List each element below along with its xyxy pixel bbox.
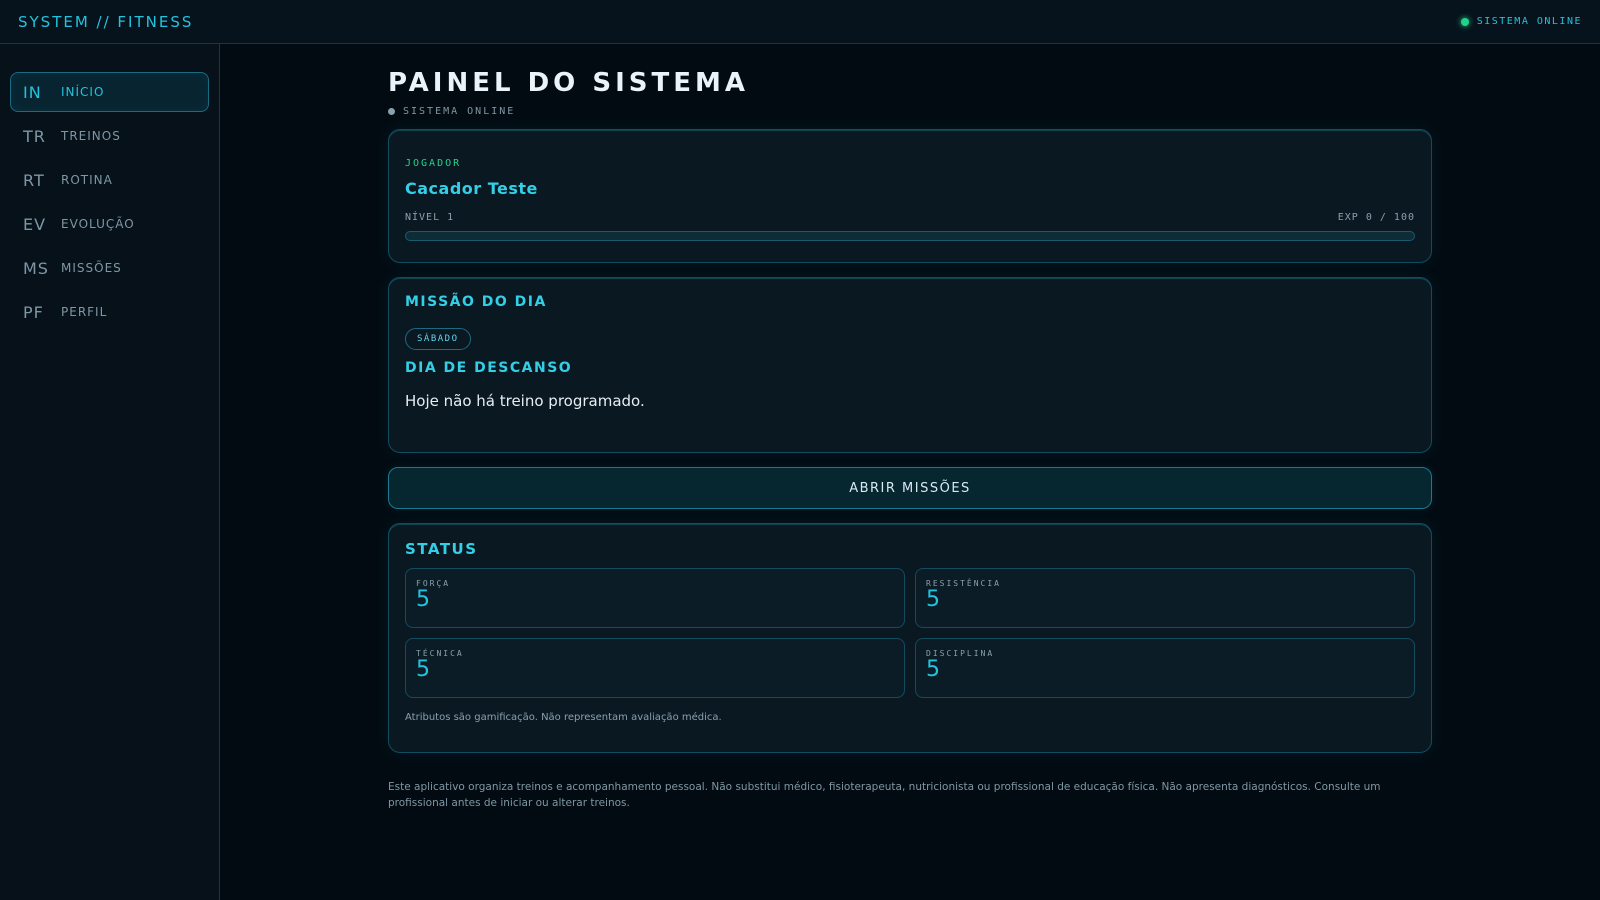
stat-disciplina: DISCIPLINA 5 — [915, 638, 1415, 698]
stat-resistencia: RESISTÊNCIA 5 — [915, 568, 1415, 628]
sidebar-item-label: TREINOS — [61, 129, 121, 143]
exp-progress-bar — [405, 231, 1415, 241]
stats-grid: FORÇA 5 RESISTÊNCIA 5 TÉCNICA 5 DISCIPLI… — [405, 568, 1415, 698]
sidebar-item-rotina[interactable]: RT ROTINA — [10, 160, 209, 200]
sidebar-item-label: PERFIL — [61, 305, 108, 319]
page-subtitle-label: SISTEMA ONLINE — [403, 106, 516, 117]
sidebar-item-missoes[interactable]: MS MISSÕES — [10, 248, 209, 288]
sidebar-item-inicio[interactable]: IN INÍCIO — [10, 72, 209, 112]
mission-text: Hoje não há treino programado. — [405, 392, 645, 410]
status-dot-icon — [388, 108, 395, 115]
level-row: NÍVEL 1 EXP 0 / 100 — [405, 212, 1415, 223]
stat-tecnica: TÉCNICA 5 — [405, 638, 905, 698]
open-missions-button[interactable]: ABRIR MISSÕES — [388, 467, 1432, 509]
stat-forca: FORÇA 5 — [405, 568, 905, 628]
stat-value: 5 — [416, 657, 430, 682]
mission-title: MISSÃO DO DIA — [405, 294, 547, 310]
status-title: STATUS — [405, 540, 478, 558]
mission-heading: DIA DE DESCANSO — [405, 360, 573, 376]
status-card: STATUS FORÇA 5 RESISTÊNCIA 5 TÉCNICA 5 D… — [388, 523, 1432, 753]
sidebar-item-evolucao[interactable]: EV EVOLUÇÃO — [10, 204, 209, 244]
player-card: JOGADOR Cacador Teste NÍVEL 1 EXP 0 / 10… — [388, 129, 1432, 263]
stat-value: 5 — [926, 657, 940, 682]
treinos-icon: TR — [23, 126, 46, 146]
system-status: SISTEMA ONLINE — [1460, 16, 1582, 27]
sidebar: IN INÍCIO TR TREINOS RT ROTINA EV EVOLUÇ… — [0, 44, 220, 900]
mission-card: MISSÃO DO DIA SÁBADO DIA DE DESCANSO Hoj… — [388, 277, 1432, 453]
stat-value: 5 — [416, 587, 430, 612]
inicio-icon: IN — [23, 82, 42, 102]
evolucao-icon: EV — [23, 214, 47, 234]
missoes-icon: MS — [23, 258, 49, 278]
player-exp: EXP 0 / 100 — [1337, 212, 1415, 223]
player-level: NÍVEL 1 — [405, 212, 455, 223]
rotina-icon: RT — [23, 170, 45, 190]
status-online-icon — [1460, 17, 1469, 26]
sidebar-item-label: ROTINA — [61, 173, 113, 187]
sidebar-item-label: EVOLUÇÃO — [61, 217, 135, 231]
system-status-label: SISTEMA ONLINE — [1476, 16, 1582, 27]
player-label: JOGADOR — [405, 158, 462, 169]
stat-label: DISCIPLINA — [926, 649, 995, 658]
footer-disclaimer: Este aplicativo organiza treinos e acomp… — [388, 781, 1381, 809]
top-bar: SYSTEM // FITNESS SISTEMA ONLINE — [0, 0, 1600, 44]
sidebar-item-perfil[interactable]: PF PERFIL — [10, 292, 209, 332]
stat-value: 5 — [926, 587, 940, 612]
page-title: PAINEL DO SISTEMA — [388, 68, 749, 98]
sidebar-item-label: MISSÕES — [61, 261, 122, 275]
status-note: Atributos são gamificação. Não represent… — [405, 712, 722, 723]
page-subtitle: SISTEMA ONLINE — [388, 106, 1432, 117]
day-badge: SÁBADO — [405, 328, 471, 350]
main-content: PAINEL DO SISTEMA SISTEMA ONLINE JOGADOR… — [388, 44, 1432, 811]
perfil-icon: PF — [23, 302, 44, 322]
app-brand: SYSTEM // FITNESS — [18, 12, 194, 31]
stat-label: TÉCNICA — [416, 649, 464, 658]
stat-label: FORÇA — [416, 579, 451, 588]
sidebar-item-label: INÍCIO — [61, 85, 105, 99]
stat-label: RESISTÊNCIA — [926, 579, 1001, 588]
player-name: Cacador Teste — [405, 179, 538, 198]
sidebar-item-treinos[interactable]: TR TREINOS — [10, 116, 209, 156]
